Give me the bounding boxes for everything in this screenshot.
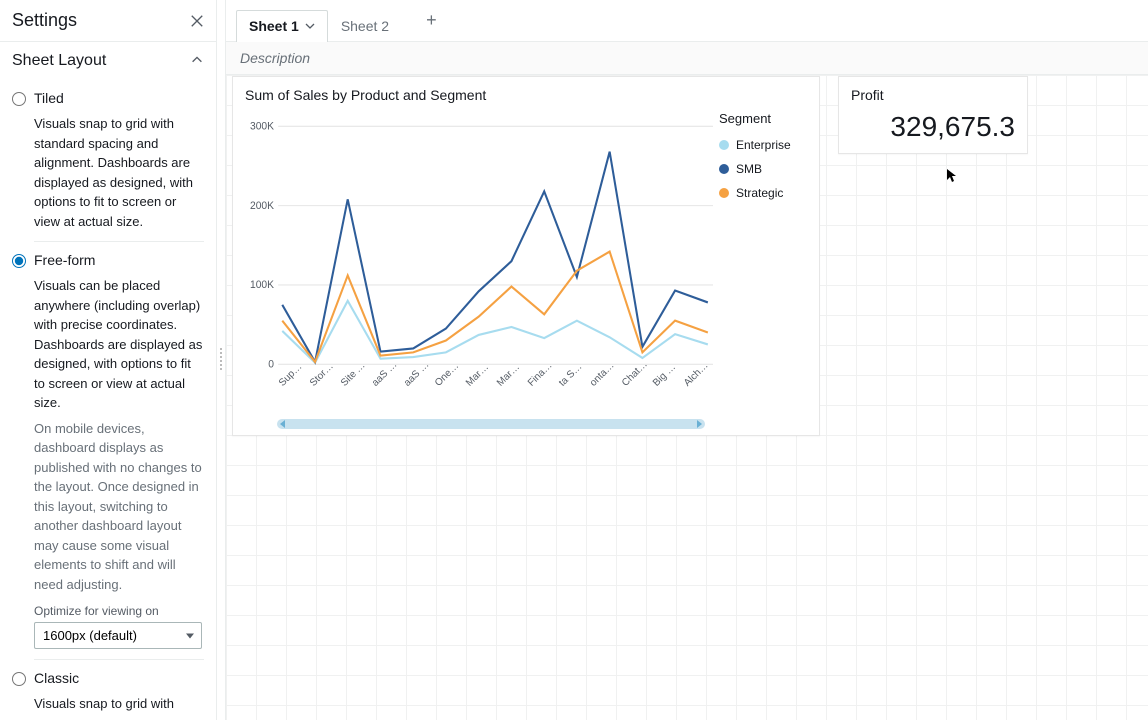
- chart-x-scrollbar[interactable]: [277, 419, 705, 429]
- layout-option-classic[interactable]: Classic: [12, 660, 204, 694]
- visual-kpi-profit[interactable]: Profit 329,675.3: [838, 76, 1028, 154]
- optimize-select[interactable]: 1600px (default): [34, 622, 202, 649]
- legend-item[interactable]: Enterprise: [719, 138, 807, 152]
- layout-option-tiled[interactable]: Tiled: [12, 80, 204, 114]
- classic-description: Visuals snap to grid with: [12, 694, 204, 714]
- legend-title: Segment: [719, 111, 807, 126]
- dashboard-canvas[interactable]: Sum of Sales by Product and Segment 0 10…: [226, 75, 1148, 720]
- freeform-description-2: On mobile devices, dashboard displays as…: [12, 419, 204, 595]
- chart-plot: 0 100K 200K 300K: [239, 107, 713, 375]
- sheet-description[interactable]: Description: [226, 42, 1148, 75]
- sheet-tabs: Sheet 1 Sheet 2 +: [226, 0, 1148, 42]
- add-sheet-button[interactable]: +: [418, 6, 445, 35]
- radio-label-tiled: Tiled: [34, 90, 64, 106]
- kpi-title: Profit: [839, 77, 1027, 107]
- layout-option-freeform[interactable]: Free-form: [12, 242, 204, 276]
- visual-line-chart[interactable]: Sum of Sales by Product and Segment 0 10…: [232, 76, 820, 436]
- chart-title: Sum of Sales by Product and Segment: [233, 77, 819, 107]
- chart-series-line: [282, 301, 708, 363]
- legend-label: Strategic: [736, 186, 783, 200]
- radio-label-classic: Classic: [34, 670, 79, 686]
- chart-x-labels: SupportStorageSite Anal...aaS Conn...aaS…: [239, 375, 713, 419]
- legend-label: Enterprise: [736, 138, 791, 152]
- optimize-select-wrap: 1600px (default): [34, 622, 202, 649]
- svg-text:200K: 200K: [250, 200, 274, 212]
- radio-label-freeform: Free-form: [34, 252, 95, 268]
- settings-title: Settings: [12, 10, 77, 31]
- section-body: Tiled Visuals snap to grid with standard…: [0, 80, 216, 720]
- chart-legend: Segment Enterprise SMB Strategic: [713, 107, 813, 429]
- chevron-down-icon[interactable]: [305, 21, 315, 31]
- tiled-description: Visuals snap to grid with standard spaci…: [12, 114, 204, 231]
- settings-panel: Settings Sheet Layout Tiled Visuals snap…: [0, 0, 217, 720]
- chart-body: 0 100K 200K 300K SupportStorageSite Anal…: [233, 107, 819, 435]
- freeform-description-1: Visuals can be placed anywhere (includin…: [12, 276, 204, 413]
- radio-freeform[interactable]: [12, 254, 26, 268]
- legend-swatch-icon: [719, 164, 729, 174]
- section-title: Sheet Layout: [12, 52, 106, 70]
- settings-header: Settings: [0, 0, 216, 42]
- tab-sheet-1[interactable]: Sheet 1: [236, 10, 328, 42]
- optimize-label: Optimize for viewing on: [12, 604, 204, 618]
- main-area: Sheet 1 Sheet 2 + Description Sum of Sal…: [226, 0, 1148, 720]
- kpi-value: 329,675.3: [839, 107, 1027, 155]
- svg-text:0: 0: [268, 358, 274, 370]
- legend-item[interactable]: Strategic: [719, 186, 807, 200]
- legend-label: SMB: [736, 162, 762, 176]
- tab-label: Sheet 1: [249, 18, 299, 34]
- radio-classic[interactable]: [12, 672, 26, 686]
- chart-plot-wrap: 0 100K 200K 300K SupportStorageSite Anal…: [239, 107, 713, 429]
- tab-label: Sheet 2: [341, 18, 389, 34]
- svg-text:300K: 300K: [250, 120, 274, 132]
- svg-text:100K: 100K: [250, 279, 274, 291]
- sheet-layout-section-header[interactable]: Sheet Layout: [0, 42, 216, 80]
- radio-tiled[interactable]: [12, 92, 26, 106]
- chevron-up-icon: [190, 53, 204, 70]
- legend-item[interactable]: SMB: [719, 162, 807, 176]
- tab-sheet-2[interactable]: Sheet 2: [328, 10, 402, 42]
- close-icon[interactable]: [190, 14, 204, 28]
- legend-swatch-icon: [719, 140, 729, 150]
- legend-swatch-icon: [719, 188, 729, 198]
- panel-resize-handle[interactable]: [217, 0, 226, 720]
